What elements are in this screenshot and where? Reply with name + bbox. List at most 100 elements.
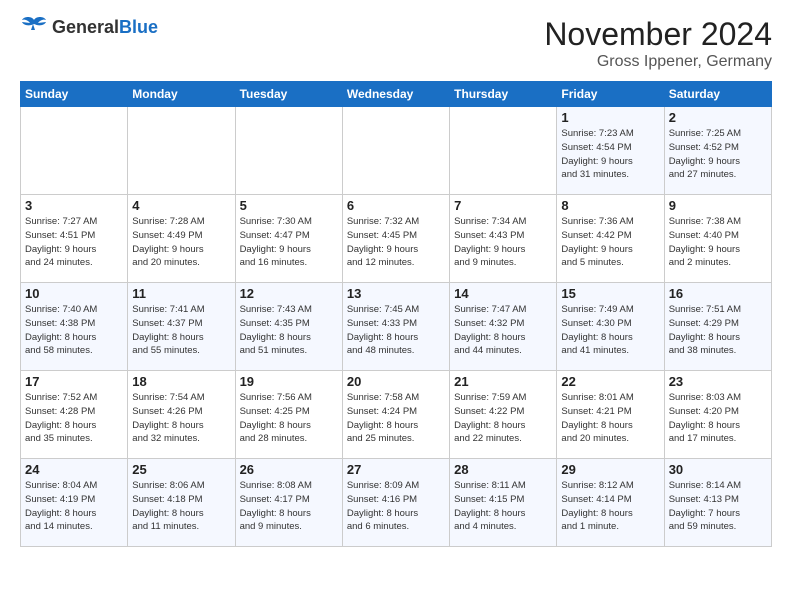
calendar-cell: 9 Sunrise: 7:38 AM Sunset: 4:40 PM Daylig… [664,195,771,283]
logo: GeneralBlue [20,16,158,38]
weekday-header-saturday: Saturday [664,82,771,107]
day-info: Sunrise: 8:03 AM Sunset: 4:20 PM Dayligh… [669,391,767,446]
weekday-header-thursday: Thursday [450,82,557,107]
calendar-cell: 26 Sunrise: 8:08 AM Sunset: 4:17 PM Dayli… [235,459,342,547]
calendar-cell: 22 Sunrise: 8:01 AM Sunset: 4:21 PM Dayli… [557,371,664,459]
day-info: Sunrise: 8:11 AM Sunset: 4:15 PM Dayligh… [454,479,552,534]
day-number: 7 [454,198,552,213]
weekday-header-sunday: Sunday [21,82,128,107]
day-info: Sunrise: 7:47 AM Sunset: 4:32 PM Dayligh… [454,303,552,358]
day-number: 3 [25,198,123,213]
calendar-cell: 1 Sunrise: 7:23 AM Sunset: 4:54 PM Daylig… [557,107,664,195]
day-info: Sunrise: 7:59 AM Sunset: 4:22 PM Dayligh… [454,391,552,446]
day-number: 26 [240,462,338,477]
day-info: Sunrise: 8:09 AM Sunset: 4:16 PM Dayligh… [347,479,445,534]
day-number: 6 [347,198,445,213]
calendar-cell [342,107,449,195]
day-info: Sunrise: 7:54 AM Sunset: 4:26 PM Dayligh… [132,391,230,446]
weekday-header-friday: Friday [557,82,664,107]
calendar-cell [128,107,235,195]
calendar-cell: 12 Sunrise: 7:43 AM Sunset: 4:35 PM Dayli… [235,283,342,371]
calendar-cell [450,107,557,195]
calendar-cell: 14 Sunrise: 7:47 AM Sunset: 4:32 PM Dayli… [450,283,557,371]
day-number: 5 [240,198,338,213]
calendar-cell: 27Sunrise: 8:09 AM Sunset: 4:16 PM Dayli… [342,459,449,547]
day-number: 13 [347,286,445,301]
calendar-cell: 17 Sunrise: 7:52 AM Sunset: 4:28 PM Dayli… [21,371,128,459]
day-number: 4 [132,198,230,213]
day-info: Sunrise: 7:41 AM Sunset: 4:37 PM Dayligh… [132,303,230,358]
day-number: 19 [240,374,338,389]
day-info: Sunrise: 7:52 AM Sunset: 4:28 PM Dayligh… [25,391,123,446]
calendar-week-row: 24Sunrise: 8:04 AM Sunset: 4:19 PM Dayli… [21,459,772,547]
day-info: Sunrise: 7:40 AM Sunset: 4:38 PM Dayligh… [25,303,123,358]
day-number: 22 [561,374,659,389]
day-info: Sunrise: 7:34 AM Sunset: 4:43 PM Dayligh… [454,215,552,270]
weekday-header-row: SundayMondayTuesdayWednesdayThursdayFrid… [21,82,772,107]
day-info: Sunrise: 7:56 AM Sunset: 4:25 PM Dayligh… [240,391,338,446]
calendar-week-row: 1 Sunrise: 7:23 AM Sunset: 4:54 PM Daylig… [21,107,772,195]
day-number: 14 [454,286,552,301]
day-info: Sunrise: 7:45 AM Sunset: 4:33 PM Dayligh… [347,303,445,358]
calendar-cell: 18 Sunrise: 7:54 AM Sunset: 4:26 PM Dayli… [128,371,235,459]
calendar-week-row: 17 Sunrise: 7:52 AM Sunset: 4:28 PM Dayli… [21,371,772,459]
calendar-week-row: 3 Sunrise: 7:27 AM Sunset: 4:51 PM Daylig… [21,195,772,283]
day-info: Sunrise: 7:49 AM Sunset: 4:30 PM Dayligh… [561,303,659,358]
calendar-cell: 21 Sunrise: 7:59 AM Sunset: 4:22 PM Dayli… [450,371,557,459]
day-info: Sunrise: 7:38 AM Sunset: 4:40 PM Dayligh… [669,215,767,270]
day-info: Sunrise: 7:25 AM Sunset: 4:52 PM Dayligh… [669,127,767,182]
day-info: Sunrise: 8:12 AM Sunset: 4:14 PM Dayligh… [561,479,659,534]
day-info: Sunrise: 7:27 AM Sunset: 4:51 PM Dayligh… [25,215,123,270]
day-number: 1 [561,110,659,125]
calendar-cell: 10Sunrise: 7:40 AM Sunset: 4:38 PM Dayli… [21,283,128,371]
weekday-header-monday: Monday [128,82,235,107]
calendar-cell: 7 Sunrise: 7:34 AM Sunset: 4:43 PM Daylig… [450,195,557,283]
calendar-cell: 2 Sunrise: 7:25 AM Sunset: 4:52 PM Daylig… [664,107,771,195]
logo-bird-icon [20,16,48,38]
day-number: 8 [561,198,659,213]
day-number: 9 [669,198,767,213]
calendar-cell: 19 Sunrise: 7:56 AM Sunset: 4:25 PM Dayli… [235,371,342,459]
day-number: 18 [132,374,230,389]
day-info: Sunrise: 8:08 AM Sunset: 4:17 PM Dayligh… [240,479,338,534]
calendar-cell: 20Sunrise: 7:58 AM Sunset: 4:24 PM Dayli… [342,371,449,459]
day-number: 17 [25,374,123,389]
day-number: 15 [561,286,659,301]
page: GeneralBlue November 2024 Gross Ippener,… [0,0,792,557]
day-number: 11 [132,286,230,301]
weekday-header-wednesday: Wednesday [342,82,449,107]
day-info: Sunrise: 7:36 AM Sunset: 4:42 PM Dayligh… [561,215,659,270]
calendar-cell: 23 Sunrise: 8:03 AM Sunset: 4:20 PM Dayli… [664,371,771,459]
location-title: Gross Ippener, Germany [544,53,772,71]
logo-general-text: General [52,17,119,37]
calendar-cell: 8 Sunrise: 7:36 AM Sunset: 4:42 PM Daylig… [557,195,664,283]
calendar-cell: 29Sunrise: 8:12 AM Sunset: 4:14 PM Dayli… [557,459,664,547]
header-area: GeneralBlue November 2024 Gross Ippener,… [20,16,772,71]
day-info: Sunrise: 7:58 AM Sunset: 4:24 PM Dayligh… [347,391,445,446]
calendar-cell: 11 Sunrise: 7:41 AM Sunset: 4:37 PM Dayli… [128,283,235,371]
day-info: Sunrise: 7:32 AM Sunset: 4:45 PM Dayligh… [347,215,445,270]
day-number: 23 [669,374,767,389]
logo-blue-text: Blue [119,17,158,37]
day-info: Sunrise: 7:30 AM Sunset: 4:47 PM Dayligh… [240,215,338,270]
weekday-header-tuesday: Tuesday [235,82,342,107]
day-info: Sunrise: 8:04 AM Sunset: 4:19 PM Dayligh… [25,479,123,534]
calendar-cell: 28 Sunrise: 8:11 AM Sunset: 4:15 PM Dayli… [450,459,557,547]
day-number: 12 [240,286,338,301]
calendar-cell [235,107,342,195]
day-number: 28 [454,462,552,477]
day-info: Sunrise: 7:23 AM Sunset: 4:54 PM Dayligh… [561,127,659,182]
day-info: Sunrise: 7:43 AM Sunset: 4:35 PM Dayligh… [240,303,338,358]
calendar-cell: 15 Sunrise: 7:49 AM Sunset: 4:30 PM Dayli… [557,283,664,371]
calendar-cell [21,107,128,195]
calendar-table: SundayMondayTuesdayWednesdayThursdayFrid… [20,81,772,547]
month-title: November 2024 [544,16,772,53]
calendar-cell: 3 Sunrise: 7:27 AM Sunset: 4:51 PM Daylig… [21,195,128,283]
day-info: Sunrise: 8:01 AM Sunset: 4:21 PM Dayligh… [561,391,659,446]
day-number: 21 [454,374,552,389]
calendar-cell: 25Sunrise: 8:06 AM Sunset: 4:18 PM Dayli… [128,459,235,547]
calendar-cell: 4Sunrise: 7:28 AM Sunset: 4:49 PM Daylig… [128,195,235,283]
day-number: 2 [669,110,767,125]
calendar-cell: 30Sunrise: 8:14 AM Sunset: 4:13 PM Dayli… [664,459,771,547]
day-info: Sunrise: 7:51 AM Sunset: 4:29 PM Dayligh… [669,303,767,358]
